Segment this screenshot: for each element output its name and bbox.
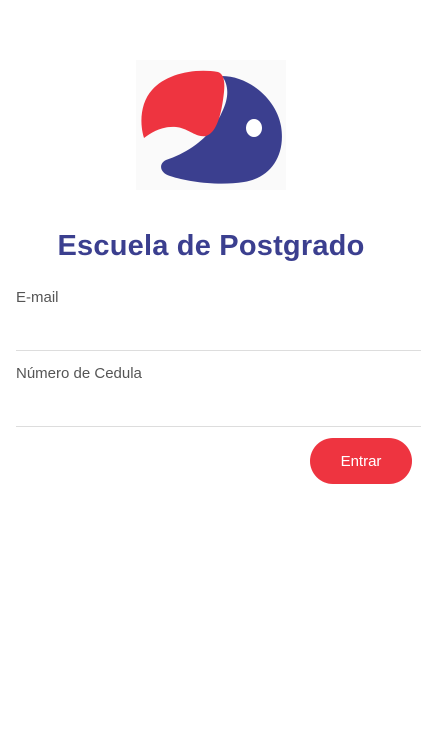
email-field[interactable] bbox=[16, 312, 421, 351]
page-title: Escuela de Postgrado bbox=[57, 230, 365, 262]
cedula-field-group: Número de Cedula bbox=[16, 365, 421, 427]
submit-button[interactable]: Entrar bbox=[310, 438, 412, 484]
email-label: E-mail bbox=[16, 289, 59, 306]
cedula-label: Número de Cedula bbox=[16, 365, 142, 382]
fish-logo-icon bbox=[141, 70, 282, 184]
logo bbox=[136, 60, 286, 190]
email-field-group: E-mail bbox=[16, 289, 421, 351]
cedula-field[interactable] bbox=[16, 388, 421, 427]
